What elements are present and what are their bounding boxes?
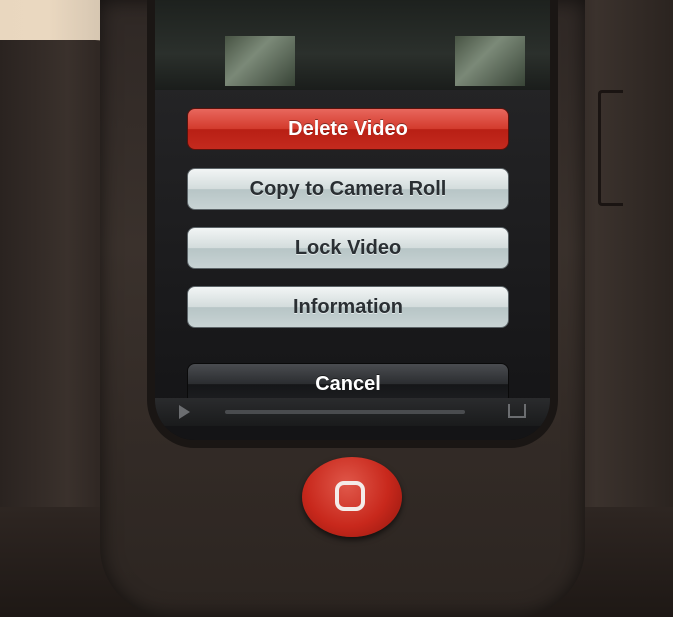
home-button[interactable] <box>302 457 402 537</box>
video-thumbnail <box>225 36 295 86</box>
copy-to-camera-roll-button[interactable]: Copy to Camera Roll <box>187 168 509 210</box>
delete-video-button[interactable]: Delete Video <box>187 108 509 150</box>
home-button-icon <box>335 481 365 511</box>
video-scrubber[interactable] <box>225 410 465 414</box>
video-thumbnail <box>455 36 525 86</box>
share-icon[interactable] <box>508 404 526 418</box>
play-icon[interactable] <box>179 405 190 419</box>
mount-notch <box>598 90 623 206</box>
lock-video-button[interactable]: Lock Video <box>187 227 509 269</box>
video-player-bar <box>155 398 550 426</box>
video-thumbnail-strip <box>155 0 550 90</box>
phone-screen: Delete Video Copy to Camera Roll Lock Vi… <box>155 0 550 440</box>
information-button[interactable]: Information <box>187 286 509 328</box>
